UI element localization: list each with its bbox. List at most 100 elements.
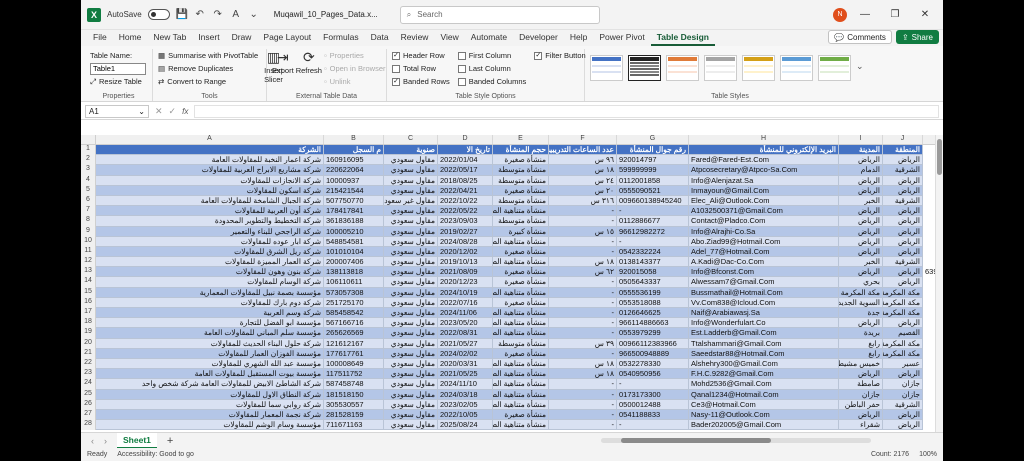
- row-header[interactable]: 3: [81, 165, 96, 176]
- table-cell[interactable]: الرياض: [839, 226, 883, 237]
- table-cell[interactable]: 2023/05/20: [438, 318, 493, 329]
- tab-power-pivot[interactable]: Power Pivot: [593, 30, 650, 46]
- table-cell[interactable]: الرياض: [883, 175, 923, 186]
- table-cell[interactable]: 585458542: [324, 308, 384, 319]
- table-cell[interactable]: مقاول سعودي: [384, 308, 438, 319]
- table-cell[interactable]: شركة اسكون للمقاولات: [96, 185, 324, 196]
- table-cell[interactable]: منشأة متناهية الصغر: [493, 389, 549, 400]
- table-cell[interactable]: مقاول سعودي: [384, 216, 438, 227]
- table-cell[interactable]: الشرقية: [883, 165, 923, 176]
- table-cell[interactable]: 2025/08/24: [438, 420, 493, 431]
- table-cell[interactable]: 265626569: [324, 328, 384, 339]
- row-header[interactable]: 27: [81, 409, 96, 421]
- table-cell[interactable]: مؤسسة الفوزان العمار للمقاولات: [96, 348, 324, 359]
- table-cell[interactable]: بريدة: [839, 328, 883, 339]
- table-cell[interactable]: 215421544: [324, 185, 384, 196]
- unlink-button[interactable]: ▫ Unlink: [324, 75, 386, 88]
- table-cell[interactable]: مكة المكرمة: [839, 287, 883, 298]
- table-cell[interactable]: 200007406: [324, 257, 384, 268]
- table-cell[interactable]: ١٥ س: [549, 226, 617, 237]
- table-cell[interactable]: 0138143377: [617, 257, 689, 268]
- table-cell[interactable]: الرياض: [839, 216, 883, 227]
- table-cell[interactable]: منشأة متناهية الصغر: [493, 308, 549, 319]
- table-cell[interactable]: ٣١٦ س: [549, 195, 617, 207]
- table-cell[interactable]: مقاول سعودي: [384, 369, 438, 380]
- table-cell[interactable]: 0553518088: [617, 297, 689, 308]
- table-cell[interactable]: 711671163: [324, 420, 384, 431]
- table-cell[interactable]: 117511752: [324, 369, 384, 380]
- table-cell[interactable]: -: [549, 379, 617, 390]
- table-cell[interactable]: مقاول سعودي: [384, 257, 438, 268]
- table-cell[interactable]: مقاول سعودي: [384, 409, 438, 421]
- table-cell[interactable]: شركة روابي سما للمقاولات: [96, 399, 324, 410]
- row-header[interactable]: 8: [81, 216, 96, 227]
- table-cell[interactable]: 160916095: [324, 155, 384, 166]
- table-cell[interactable]: Inmayoun@Gmail.Com: [689, 185, 839, 196]
- table-cell[interactable]: شركة ريل الشرق للمقاولات: [96, 246, 324, 258]
- file-name[interactable]: Muqawil_10_Pages_Data.x...: [274, 10, 378, 19]
- table-cell[interactable]: الرياض: [883, 206, 923, 217]
- table-cell[interactable]: مؤسسة سلم المباني للمقاولات العامة: [96, 328, 324, 339]
- table-cell[interactable]: مكة المكرمة: [883, 348, 923, 359]
- table-cell[interactable]: شركة أون العربية للمقاولات: [96, 206, 324, 217]
- more-styles-icon[interactable]: ⌄: [856, 55, 864, 81]
- table-cell[interactable]: 2024/08/28: [438, 236, 493, 247]
- table-cell[interactable]: ٢٠ س: [549, 185, 617, 196]
- table-cell[interactable]: الرياض: [883, 216, 923, 227]
- row-header[interactable]: 13: [81, 267, 96, 278]
- table-cell[interactable]: 0553979299: [617, 328, 689, 339]
- table-cell[interactable]: شركة التخطيط والتطوير المحدودة: [96, 216, 324, 227]
- table-cell[interactable]: F.H.C.9282@Gmail.Com: [689, 369, 839, 380]
- row-header[interactable]: 25: [81, 389, 96, 400]
- table-cell[interactable]: ٣٩ س: [549, 338, 617, 349]
- table-cell[interactable]: شركة دوم بارك للمقاولات: [96, 297, 324, 308]
- table-cell[interactable]: مؤسسة بصمة نبيل للمقاولات المعمارية: [96, 287, 324, 298]
- table-cell[interactable]: 100005210: [324, 226, 384, 237]
- table-cell[interactable]: مقاول سعودي: [384, 246, 438, 258]
- table-cell[interactable]: 587458748: [324, 379, 384, 390]
- open-browser-button[interactable]: ▫ Open in Browser: [324, 62, 386, 75]
- table-cell[interactable]: عسير: [883, 358, 923, 370]
- table-cell[interactable]: -: [549, 216, 617, 227]
- table-cell[interactable]: جازان: [883, 389, 923, 400]
- column-header[interactable]: A: [96, 135, 324, 144]
- table-cell[interactable]: 121612167: [324, 338, 384, 349]
- table-cell[interactable]: 2021/05/25: [438, 369, 493, 380]
- tab-view[interactable]: View: [434, 30, 464, 46]
- table-style-swatch[interactable]: [590, 55, 623, 81]
- row-header[interactable]: 5: [81, 185, 96, 196]
- table-cell[interactable]: شركة نجمة المعمار للمقاولات: [96, 409, 324, 421]
- column-header[interactable]: H: [689, 135, 839, 144]
- table-cell[interactable]: الدمام: [839, 165, 883, 176]
- table-cell[interactable]: الشرقية: [883, 257, 923, 268]
- table-cell[interactable]: -: [549, 308, 617, 319]
- table-cell[interactable]: 2022/04/21: [438, 185, 493, 196]
- table-cell[interactable]: مقاول سعودي: [384, 358, 438, 370]
- table-cell[interactable]: منشأة متوسطة: [493, 175, 549, 186]
- table-cell[interactable]: الرياض: [839, 267, 883, 278]
- table-cell[interactable]: المدينة: [839, 145, 883, 156]
- table-cell[interactable]: 2020/03/31: [438, 358, 493, 370]
- table-cell[interactable]: A.Kadi@Dac-Co.Com: [689, 257, 839, 268]
- row-header[interactable]: 16: [81, 297, 96, 308]
- table-name-input[interactable]: [90, 62, 146, 75]
- table-cell[interactable]: مقاول سعودي: [384, 277, 438, 288]
- tab-help[interactable]: Help: [564, 30, 593, 46]
- vertical-scroll-thumb[interactable]: [937, 139, 942, 175]
- table-cell[interactable]: Bader202005@Gmail.Com: [689, 420, 839, 431]
- sheet-prev-icon[interactable]: ‹: [91, 436, 94, 446]
- table-cell[interactable]: منشأة متناهية الصغر: [493, 399, 549, 410]
- table-cell[interactable]: مقاول غير سعودي: [384, 195, 438, 207]
- table-cell[interactable]: 507750770: [324, 195, 384, 207]
- table-cell[interactable]: منشأة صغيرة: [493, 185, 549, 196]
- table-cell[interactable]: منشأة متوسطة: [493, 216, 549, 227]
- tab-table-design[interactable]: Table Design: [650, 30, 715, 46]
- sheet-tab-sheet1[interactable]: Sheet1: [117, 432, 157, 449]
- table-cell[interactable]: مقاول سعودي: [384, 206, 438, 217]
- column-header[interactable]: G: [617, 135, 689, 144]
- table-cell[interactable]: 251725170: [324, 297, 384, 308]
- table-cell[interactable]: الرياض: [839, 369, 883, 380]
- row-header[interactable]: 24: [81, 379, 96, 390]
- table-cell[interactable]: Adel_77@Hotmail.Com: [689, 246, 839, 258]
- row-header[interactable]: 18: [81, 318, 96, 329]
